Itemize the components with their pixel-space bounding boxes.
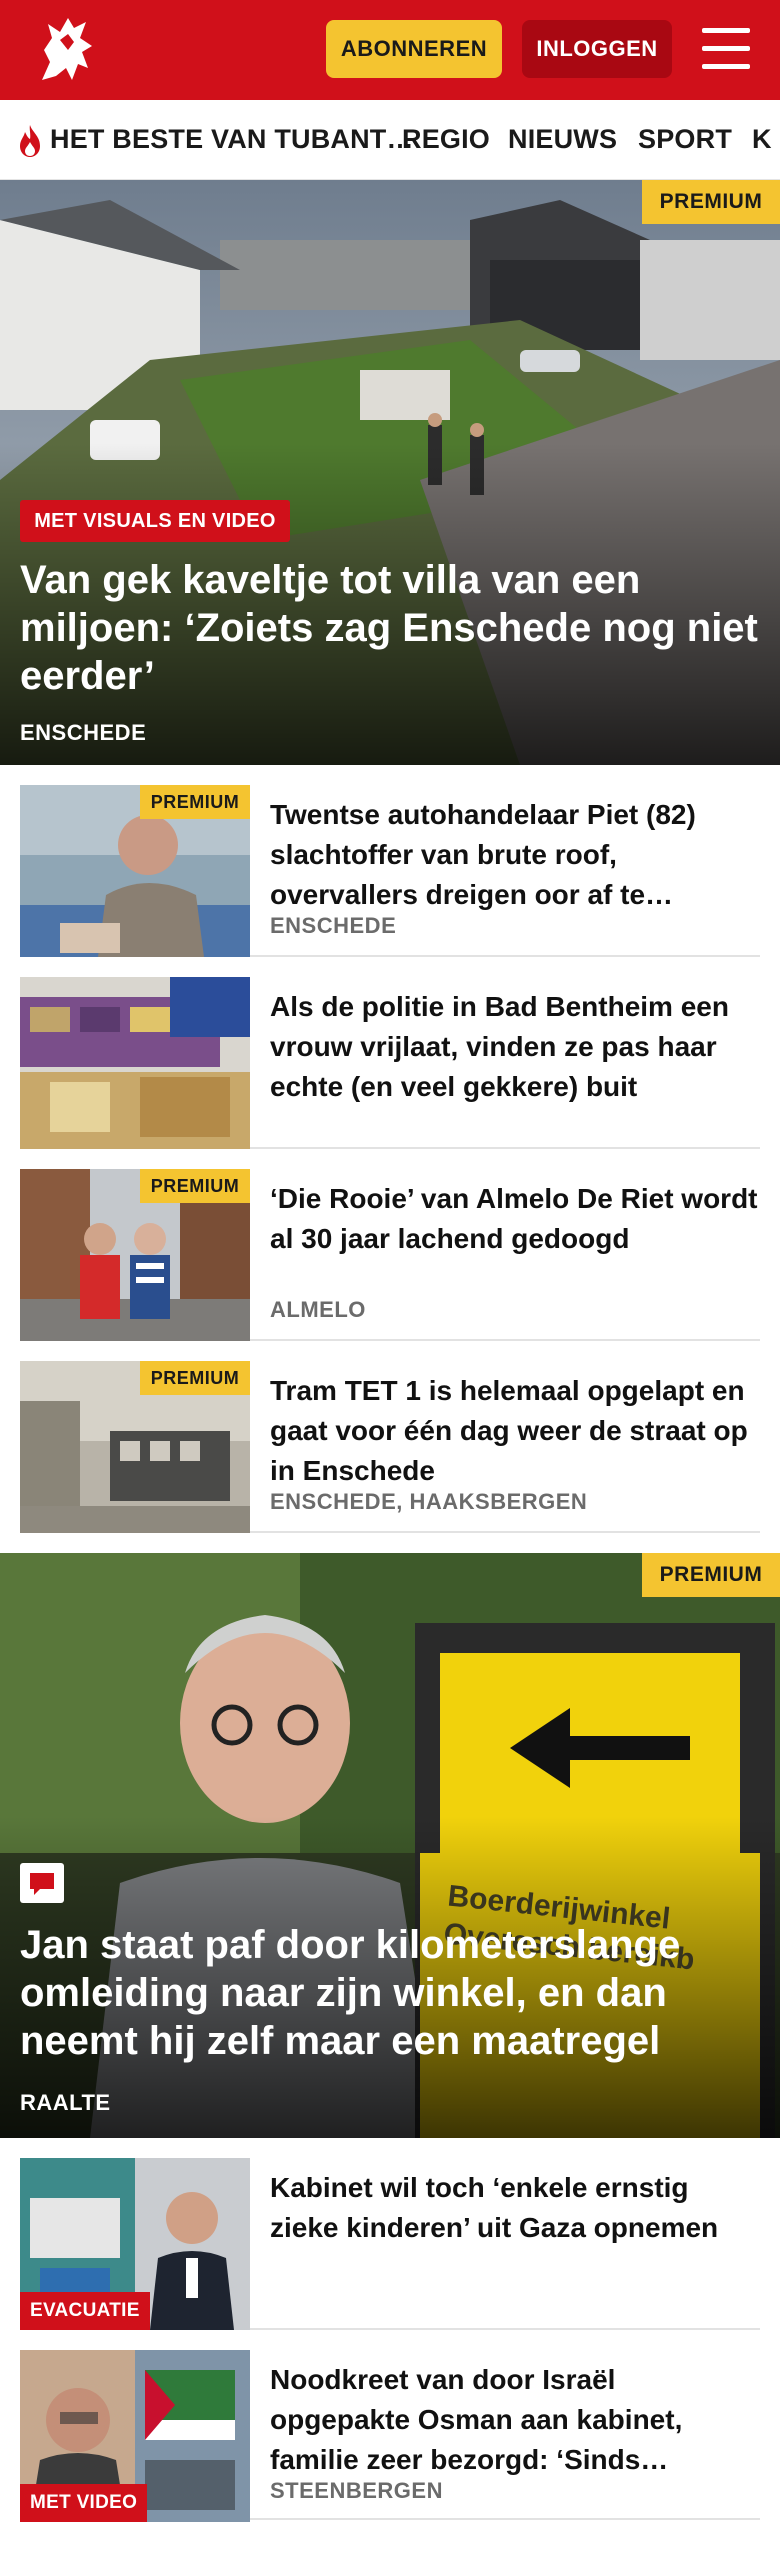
article-headline[interactable]: Noodkreet van door Israël opgepakte Osma… — [270, 2360, 760, 2480]
article-thumbnail — [20, 977, 250, 1149]
article-headline[interactable]: Twentse autohandelaar Piet (82) slachtof… — [270, 795, 760, 915]
hero-headline[interactable]: Van gek kaveltje tot villa van een miljo… — [20, 556, 760, 700]
subscribe-button[interactable]: ABONNEREN — [326, 20, 502, 78]
section-nav: HET BESTE VAN TUBANT… REGIO NIEUWS SPORT… — [0, 100, 780, 180]
article-location: STEENBERGEN — [270, 2478, 443, 2503]
article-thumbnail: PREMIUM — [20, 1361, 250, 1533]
list-item[interactable]: EVACUATIE Kabinet wil toch ‘enkele ernst… — [20, 2158, 760, 2330]
hero-location: ENSCHEDE — [20, 720, 147, 745]
article-thumbnail: MET VIDEO — [20, 2350, 250, 2522]
premium-badge: PREMIUM — [642, 180, 780, 224]
article-thumbnail: PREMIUM — [20, 785, 250, 957]
article-headline[interactable]: Tram TET 1 is helemaal opgelapt en gaat … — [270, 1371, 760, 1491]
top-bar: ABONNEREN INLOGGEN — [0, 0, 780, 100]
article-headline[interactable]: Als de politie in Bad Bentheim een vrouw… — [270, 987, 760, 1107]
hero-article-2[interactable]: Boerderijwinkel Overesch bereikb PREMIUM… — [0, 1553, 780, 2138]
premium-badge: PREMIUM — [642, 1553, 780, 1597]
article-headline[interactable]: Kabinet wil toch ‘enkele ernstig zieke k… — [270, 2168, 760, 2248]
tubantia-horse-logo[interactable] — [22, 10, 106, 90]
nav-item-nieuws[interactable]: NIEUWS — [508, 124, 617, 155]
flame-icon — [20, 125, 40, 157]
content-label: EVACUATIE — [20, 2292, 150, 2330]
nav-item-more[interactable]: K — [752, 124, 772, 155]
list-item[interactable]: PREMIUM ‘Die Rooie’ van Almelo De Riet w… — [20, 1169, 760, 1341]
hero-article[interactable]: PREMIUM MET VISUALS EN VIDEO Van gek kav… — [0, 180, 780, 765]
content-label: MET VIDEO — [20, 2484, 148, 2522]
comment-icon — [20, 1863, 64, 1903]
nav-item-sport[interactable]: SPORT — [638, 124, 732, 155]
article-location: ENSCHEDE — [270, 913, 397, 938]
premium-badge: PREMIUM — [140, 785, 250, 819]
article-headline[interactable]: ‘Die Rooie’ van Almelo De Riet wordt al … — [270, 1179, 760, 1259]
nav-item-regio[interactable]: REGIO — [402, 124, 490, 155]
article-thumbnail: EVACUATIE — [20, 2158, 250, 2330]
list-item[interactable]: MET VIDEO Noodkreet van door Israël opge… — [20, 2350, 760, 2522]
nav-item-best-of-tubantia[interactable]: HET BESTE VAN TUBANT… — [50, 124, 414, 155]
list-item[interactable]: PREMIUM Twentse autohandelaar Piet (82) … — [20, 785, 760, 957]
article-location: ALMELO — [270, 1297, 366, 1322]
article-location: ENSCHEDE, HAAKSBERGEN — [270, 1489, 588, 1514]
list-item[interactable]: PREMIUM Tram TET 1 is helemaal opgelapt … — [20, 1361, 760, 1533]
content-label: MET VISUALS EN VIDEO — [20, 500, 290, 542]
list-item[interactable]: Als de politie in Bad Bentheim een vrouw… — [20, 977, 760, 1149]
menu-icon[interactable] — [702, 28, 750, 70]
premium-badge: PREMIUM — [140, 1361, 250, 1395]
hero-headline[interactable]: Jan staat paf door kilometerslange omlei… — [20, 1921, 760, 2065]
article-thumbnail: PREMIUM — [20, 1169, 250, 1341]
login-button[interactable]: INLOGGEN — [522, 20, 672, 78]
hero-location: RAALTE — [20, 2090, 111, 2115]
premium-badge: PREMIUM — [140, 1169, 250, 1203]
